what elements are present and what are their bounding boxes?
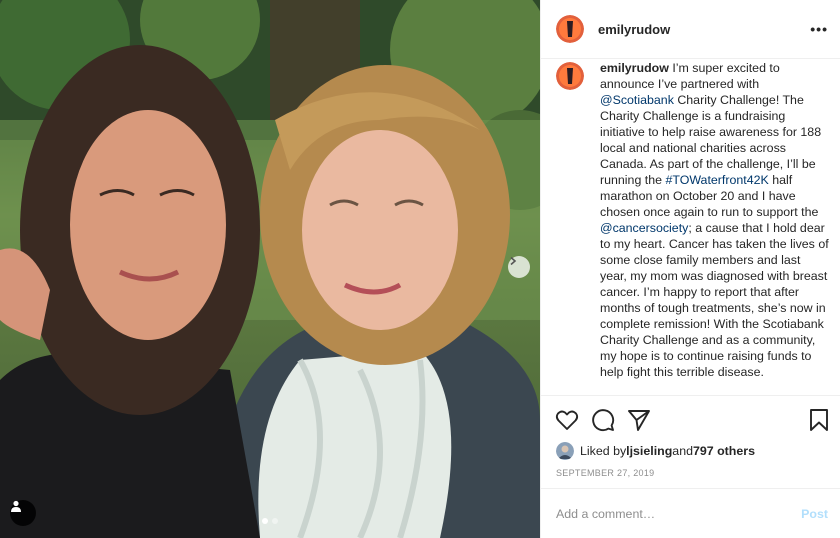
- carousel-next-button[interactable]: [508, 256, 530, 278]
- avatar[interactable]: [556, 15, 584, 43]
- mention-link[interactable]: @cancersociety: [600, 221, 688, 235]
- caption: emilyrudow I’m super excited to announce…: [556, 60, 829, 380]
- post-side-panel: emilyrudow ••• emilyrudow I’m super exci…: [540, 0, 840, 538]
- bookmark-icon[interactable]: [807, 408, 831, 432]
- likes-prefix: Liked by: [580, 444, 627, 458]
- comments-area[interactable]: emilyrudow I’m super excited to announce…: [541, 60, 840, 394]
- caption-text: emilyrudow I’m super excited to announce…: [600, 60, 829, 380]
- action-section: Liked by ljsieling and 797 others SEPTEM…: [541, 395, 840, 493]
- carousel-dot: [262, 518, 268, 524]
- avatar[interactable]: [556, 442, 574, 460]
- post-date[interactable]: SEPTEMBER 27, 2019: [556, 468, 654, 478]
- header-username[interactable]: emilyrudow: [598, 22, 670, 37]
- heart-icon[interactable]: [555, 408, 579, 432]
- caption-segment: ; a cause that I hold dear to my heart. …: [600, 221, 829, 379]
- post-photo[interactable]: [0, 0, 540, 538]
- carousel-dot: [272, 518, 278, 524]
- avatar[interactable]: [556, 62, 584, 90]
- photo-illustration: [0, 0, 540, 538]
- caption-username[interactable]: emilyrudow: [600, 61, 669, 75]
- comment-composer: Post: [541, 488, 840, 538]
- comment-input[interactable]: [556, 506, 776, 521]
- mention-link[interactable]: @Scotiabank: [600, 93, 674, 107]
- likes-count[interactable]: 797 others: [693, 444, 755, 458]
- user-tag-icon: [11, 500, 21, 512]
- likes-middle: and: [672, 444, 693, 458]
- chevron-right-icon: [510, 256, 517, 266]
- share-icon[interactable]: [627, 408, 651, 432]
- comment-icon[interactable]: [591, 408, 615, 432]
- hashtag-link[interactable]: #TOWaterfront42K: [665, 173, 768, 187]
- action-bar: [555, 408, 831, 432]
- carousel-indicator: [0, 518, 540, 524]
- more-options-button[interactable]: •••: [810, 21, 828, 37]
- post-header: emilyrudow •••: [541, 0, 840, 59]
- liker-username[interactable]: ljsieling: [626, 444, 672, 458]
- post-comment-button[interactable]: Post: [801, 507, 828, 521]
- likes-summary: Liked by ljsieling and 797 others: [556, 442, 755, 460]
